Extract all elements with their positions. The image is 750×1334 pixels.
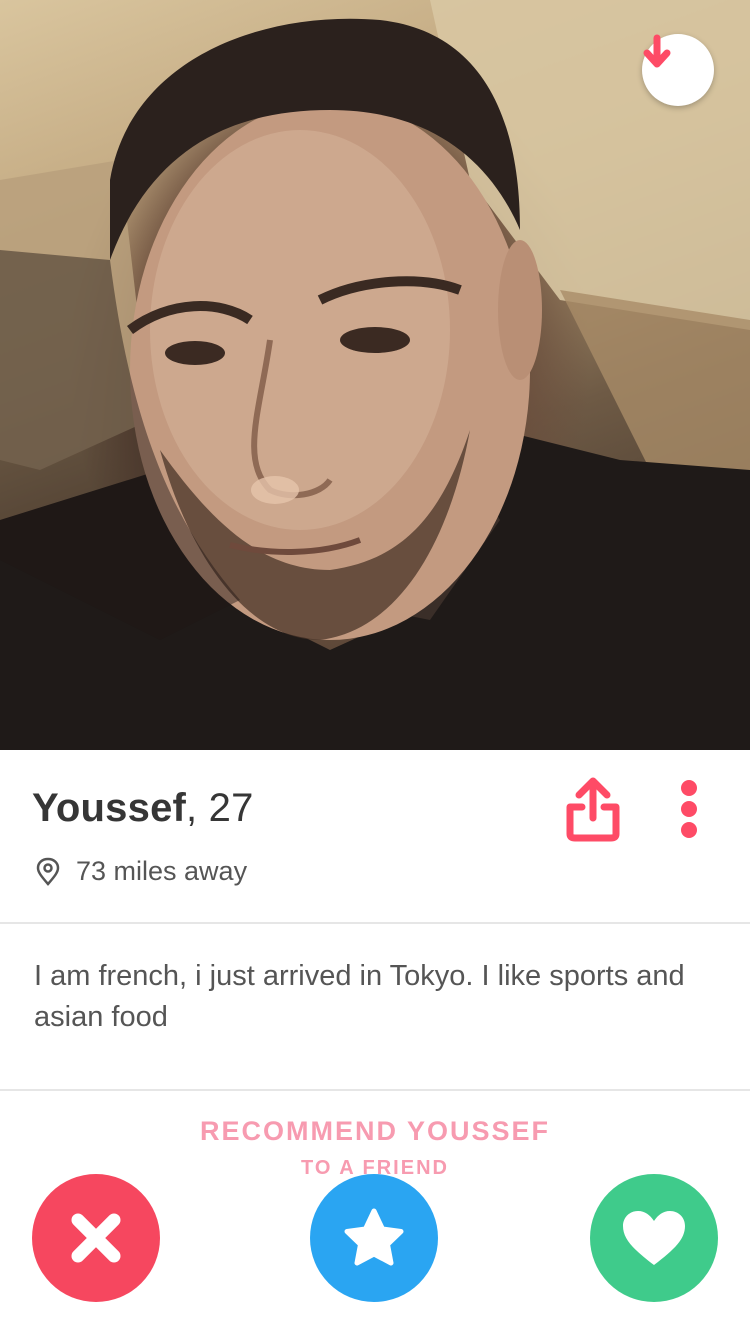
profile-age: , 27 [186, 786, 254, 830]
share-button[interactable] [560, 774, 626, 844]
more-options-button[interactable] [672, 776, 706, 844]
super-like-button[interactable] [310, 1174, 438, 1302]
x-icon [71, 1213, 121, 1263]
profile-photo-art [0, 0, 750, 750]
profile-name: Youssef [32, 786, 187, 830]
profile-bio: I am french, i just arrived in Tokyo. I … [34, 960, 685, 1033]
collapse-profile-button[interactable] [642, 34, 714, 106]
profile-screen: Youssef, 27 73 miles away I am french, i… [0, 0, 750, 1334]
like-button[interactable] [590, 1174, 718, 1302]
more-vertical-icon [681, 780, 697, 838]
star-icon [344, 1208, 404, 1266]
share-icon [566, 777, 620, 842]
divider [0, 922, 750, 924]
arrow-down-icon [643, 34, 671, 68]
profile-name-age: Youssef, 27 [32, 786, 254, 831]
nope-button[interactable] [32, 1174, 160, 1302]
profile-photo[interactable] [0, 0, 750, 750]
distance-text: 73 miles away [76, 856, 248, 886]
recommend-to-friend-link[interactable]: RECOMMEND YOUSSEF TO A FRIEND [0, 1116, 750, 1180]
location-pin-icon [36, 857, 60, 886]
recommend-line1: RECOMMEND YOUSSEF [199, 1116, 551, 1146]
heart-icon [623, 1211, 685, 1265]
distance-row: 73 miles away [34, 856, 247, 887]
divider [0, 1089, 750, 1091]
